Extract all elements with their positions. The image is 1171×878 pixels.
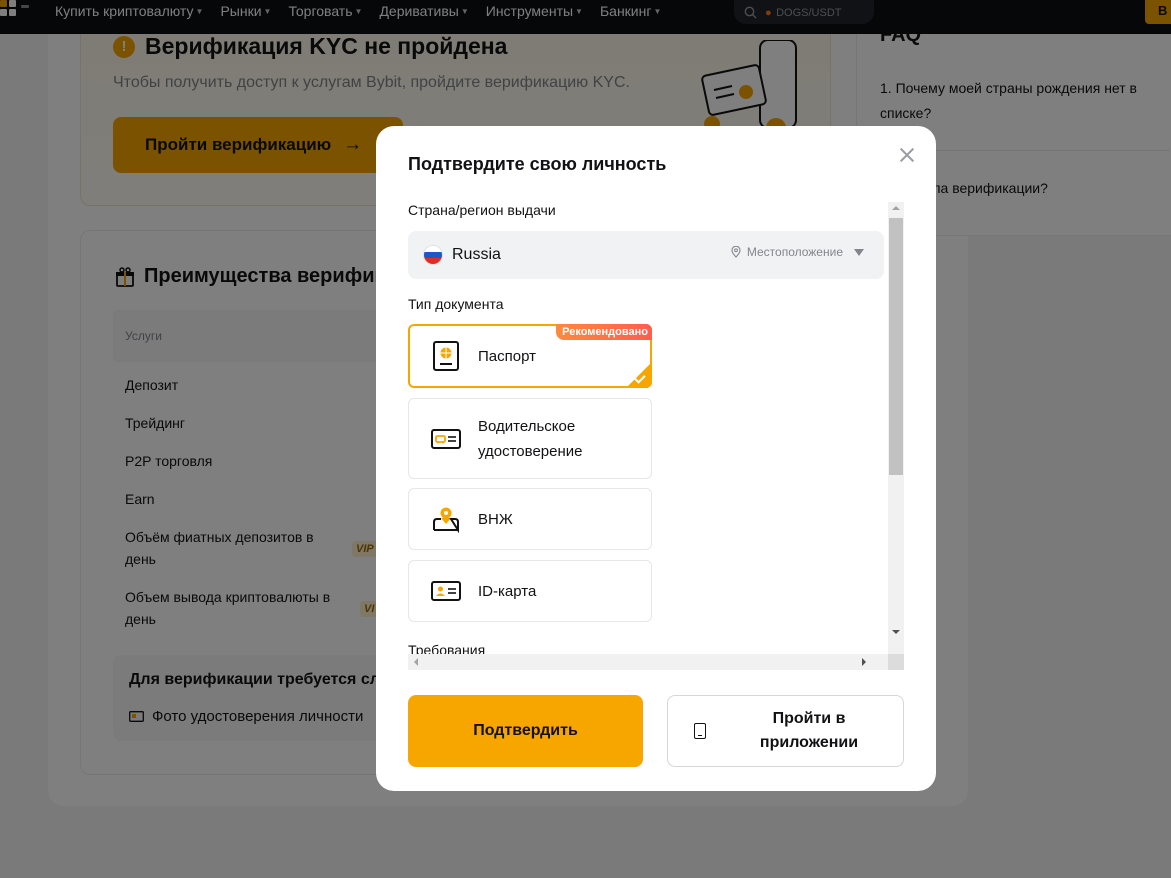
phone-icon [694,723,706,739]
verify-identity-modal: Подтвердите свою личность Страна/регион … [376,126,936,791]
country-select[interactable]: Russia Местоположение [408,231,884,279]
document-option-label: ВНЖ [478,510,513,528]
document-option-residence-permit[interactable]: ВНЖ [408,488,652,550]
continue-in-app-label: Пройти в приложении [759,710,859,751]
vertical-scrollbar[interactable] [888,202,904,654]
scroll-right-icon[interactable] [862,658,866,666]
location-label: Местоположение [746,245,843,259]
driver-license-icon [431,424,461,454]
document-option-passport[interactable]: Паспорт Рекомендовано [408,324,652,388]
residence-permit-icon [431,504,461,534]
chevron-down-icon [854,248,864,256]
requirements-label: Требования [408,642,486,654]
confirm-button[interactable]: Подтвердить [408,695,643,767]
document-option-label: Паспорт [478,347,536,365]
scrollbar-thumb[interactable] [889,218,903,475]
document-type-label: Тип документа [408,296,504,312]
horizontal-scrollbar[interactable] [408,654,904,670]
scroll-down-icon[interactable] [892,630,900,634]
scrollbar-corner [888,654,904,670]
recommended-badge: Рекомендовано [556,324,652,340]
modal-scroll-area[interactable]: Страна/регион выдачи Russia Местоположен… [408,202,888,654]
id-card-icon [431,576,461,606]
russia-flag-icon [423,245,443,265]
scroll-left-icon[interactable] [414,658,418,666]
document-option-driver-license[interactable]: Водительское удостоверение [408,398,652,479]
passport-icon [431,341,461,371]
location-button[interactable]: Местоположение [731,245,864,259]
location-pin-icon [731,246,741,258]
document-option-label: ID-карта [478,582,537,600]
document-option-label: Водительское удостоверение [478,417,583,460]
continue-in-app-button[interactable]: Пройти в приложении [667,695,904,767]
country-label: Страна/регион выдачи [408,202,556,218]
close-icon[interactable] [896,144,918,166]
country-value: Russia [452,246,501,263]
modal-title: Подтвердите свою личность [408,154,667,174]
scroll-up-icon[interactable] [892,206,900,210]
document-option-id-card[interactable]: ID-карта [408,560,652,622]
